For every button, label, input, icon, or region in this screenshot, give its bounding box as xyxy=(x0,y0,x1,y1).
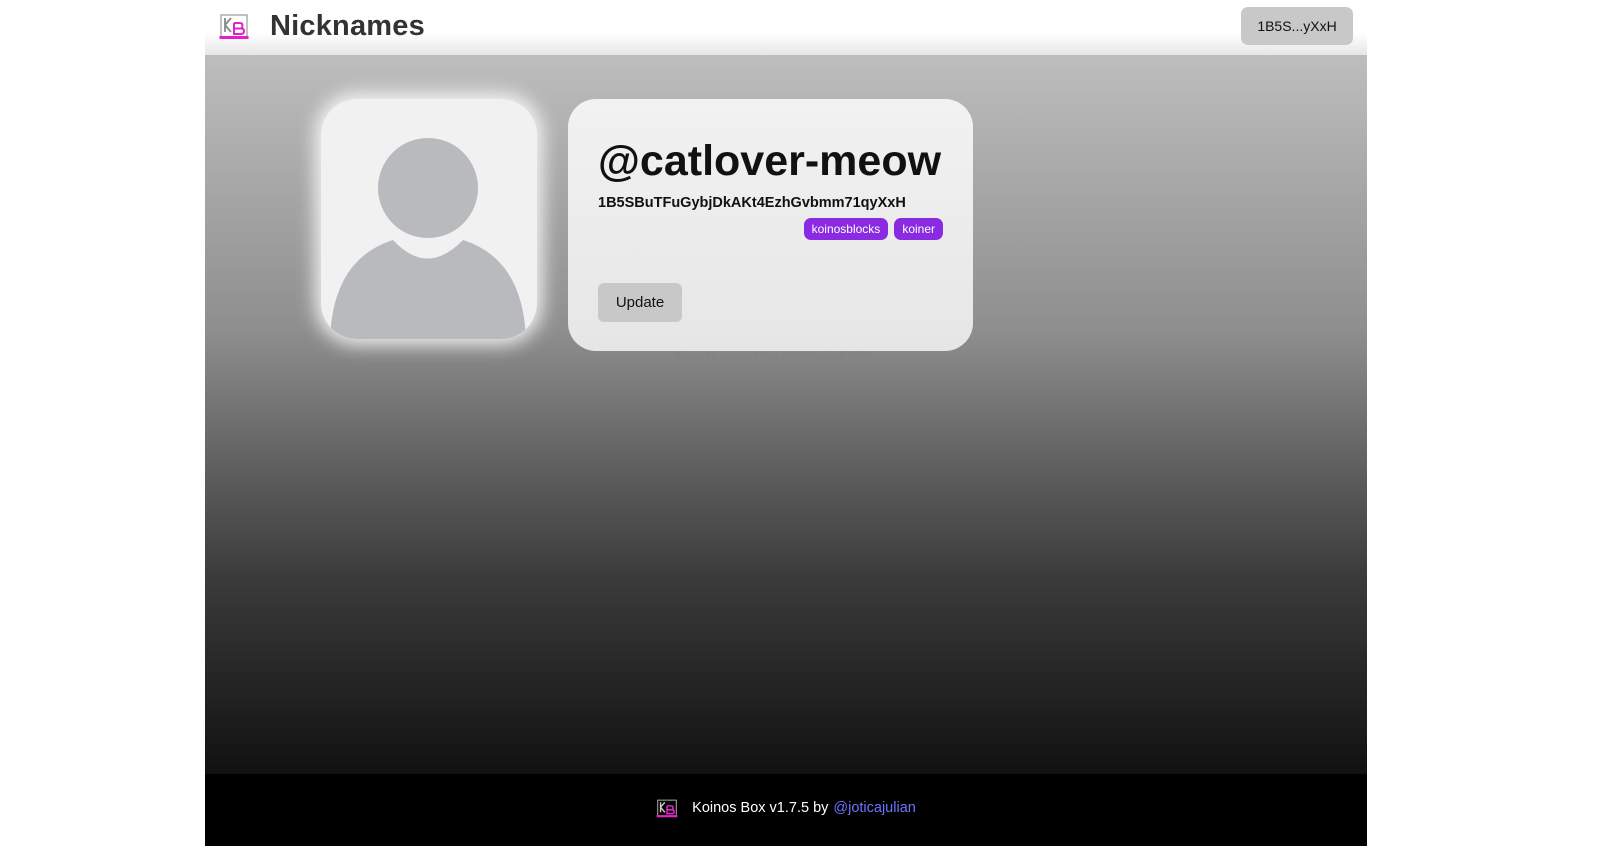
koinos-box-logo-icon[interactable] xyxy=(219,12,249,40)
tag-badge[interactable]: koiner xyxy=(894,218,943,240)
default-avatar-icon xyxy=(330,138,526,339)
app: Nicknames 1B5S...yXxH @catlover-meow 1B5… xyxy=(205,0,1367,846)
avatar xyxy=(321,99,537,339)
footer-credits: Koinos Box v1.7.5 by @joticajulian xyxy=(656,798,916,818)
author-link[interactable]: @joticajulian xyxy=(833,800,915,816)
wallet-button[interactable]: 1B5S...yXxH xyxy=(1241,7,1353,45)
page-title: Nicknames xyxy=(270,10,425,42)
update-button[interactable]: Update xyxy=(598,283,682,322)
footer: Koinos Box v1.7.5 by @joticajulian xyxy=(205,774,1367,846)
token-id-text: Token ID: 0x63617466617665722d6d656f77 xyxy=(675,351,873,362)
nickname-handle: @catlover-meow xyxy=(598,137,942,185)
koinos-box-logo-icon xyxy=(656,798,678,818)
header: Nicknames 1B5S...yXxH xyxy=(205,0,1367,55)
tag-list: koinosblocks koiner xyxy=(803,218,943,240)
owner-address: 1B5SBuTFuGybjDkAKt4EzhGvbmm71qyXxH xyxy=(598,195,906,211)
profile-card: @catlover-meow 1B5SBuTFuGybjDkAKt4EzhGvb… xyxy=(568,99,973,351)
main-content: @catlover-meow 1B5SBuTFuGybjDkAKt4EzhGvb… xyxy=(205,55,1367,774)
footer-text: Koinos Box v1.7.5 by xyxy=(692,800,829,816)
tag-badge[interactable]: koinosblocks xyxy=(803,218,889,240)
